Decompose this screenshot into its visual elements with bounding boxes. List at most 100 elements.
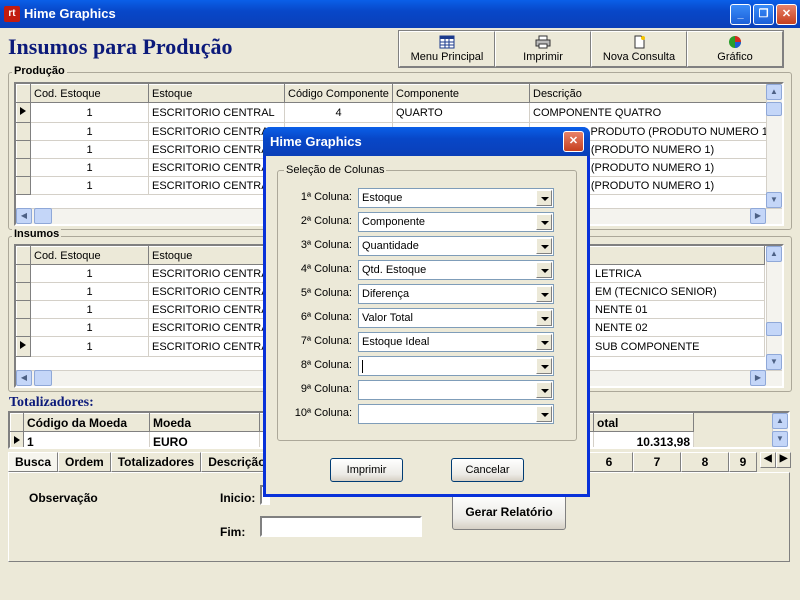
column-header[interactable]: otal [593,413,694,432]
column-select[interactable]: Valor Total [358,308,554,328]
column-select[interactable]: Diferença [358,284,554,304]
table-cell[interactable]: 1 [30,300,149,319]
scroll-down-icon[interactable]: ▼ [766,354,782,370]
column-header[interactable]: Código Componente [284,84,393,103]
column-select[interactable]: Estoque [358,188,554,208]
scroll-right-icon[interactable]: ▶ [750,208,766,224]
column-select[interactable]: Componente [358,212,554,232]
table-cell[interactable]: 4 [284,102,393,123]
totalizadores-vertical-scrollbar[interactable]: ▲ ▼ [772,413,788,447]
chevron-down-icon[interactable] [536,238,552,254]
table-cell[interactable]: 1 [30,102,149,123]
chevron-down-icon[interactable] [536,406,552,422]
row-indicator[interactable] [16,122,31,141]
maximize-button[interactable]: ❐ [753,4,774,25]
table-cell[interactable]: COMPONENTE QUATRO [529,102,776,123]
tab-page-6[interactable]: 6 [585,452,633,472]
totalizadores-title: Totalizadores: [9,395,94,410]
chevron-down-icon[interactable] [536,310,552,326]
row-indicator[interactable] [16,336,31,357]
tab-page-8[interactable]: 8 [681,452,729,472]
menu-principal-button[interactable]: Menu Principal [399,31,495,67]
row-indicator[interactable] [16,264,31,283]
chevron-down-icon[interactable] [536,214,552,230]
scroll-right-icon[interactable]: ▶ [750,370,766,386]
row-indicator[interactable] [16,158,31,177]
column-header[interactable]: Estoque [148,84,285,103]
new-query-button[interactable]: Nova Consulta [591,31,687,67]
column-header[interactable]: Componente [392,84,530,103]
scroll-thumb[interactable] [34,208,52,224]
tab-totalizadores[interactable]: Totalizadores [110,452,202,472]
column-select[interactable] [358,380,554,400]
insumos-vertical-scrollbar[interactable]: ▲ ▼ [766,246,782,370]
table-cell[interactable]: 1 [30,318,149,337]
scroll-left-icon[interactable]: ◀ [16,208,32,224]
column-select[interactable] [358,356,554,376]
close-button[interactable]: ✕ [776,4,797,25]
chevron-down-icon[interactable] [536,262,552,278]
dialog-cancel-button[interactable]: Cancelar [451,458,524,482]
column-header[interactable]: Cod. Estoque [30,84,149,103]
row-indicator[interactable] [16,102,31,123]
row-indicator[interactable] [10,431,24,447]
producao-vertical-scrollbar[interactable]: ▲ ▼ [766,84,782,208]
scroll-up-icon[interactable]: ▲ [766,84,782,100]
row-indicator[interactable] [16,300,31,319]
table-cell[interactable]: QUARTO [392,102,530,123]
table-cell[interactable]: 1 [30,158,149,177]
print-button[interactable]: Imprimir [495,31,591,67]
tab-page-9[interactable]: 9 [729,452,757,472]
minimize-button[interactable]: _ [730,4,751,25]
column-select[interactable]: Estoque Ideal [358,332,554,352]
chevron-down-icon[interactable] [536,190,552,206]
table-cell[interactable]: 1 [30,176,149,195]
table-cell[interactable]: 1 [30,140,149,159]
tab-scroll-right-icon[interactable]: ▶ [775,452,792,468]
chevron-down-icon[interactable] [536,358,552,374]
row-indicator[interactable] [16,140,31,159]
scroll-left-icon[interactable]: ◀ [16,370,32,386]
row-indicator[interactable] [16,282,31,301]
row-indicator[interactable] [16,318,31,337]
column-header[interactable]: Cod. Estoque [30,246,149,265]
tab-ordem[interactable]: Ordem [58,452,111,472]
table-cell[interactable]: EURO [149,431,260,447]
table-cell[interactable]: 1 [30,336,149,357]
scroll-up-icon[interactable]: ▲ [772,413,788,429]
table-cell[interactable]: 1 [30,282,149,301]
tab-descricao[interactable]: Descrição [201,452,273,472]
column-select[interactable]: Qtd. Estoque [358,260,554,280]
column-header[interactable]: Código da Moeda [23,413,150,432]
tab-busca[interactable]: Busca [8,452,59,472]
gerar-relatorio-button[interactable]: Gerar Relatório [452,493,566,530]
scroll-down-icon[interactable]: ▼ [766,192,782,208]
table-cell[interactable]: 1 [23,431,150,447]
row-indicator[interactable] [16,176,31,195]
pie-chart-icon [727,35,743,49]
column-select[interactable]: Quantidade [358,236,554,256]
scroll-down-icon[interactable]: ▼ [772,431,788,447]
chart-button[interactable]: Gráfico [687,31,783,67]
tab-page-7[interactable]: 7 [633,452,681,472]
column-row: 5ª Coluna: Diferença [278,284,568,304]
table-row[interactable]: 1 ESCRITORIO CENTRAL 4 QUARTO COMPONENTE… [16,102,776,123]
column-header[interactable]: Descrição [529,84,776,103]
scroll-thumb[interactable] [34,370,52,386]
column-select[interactable] [358,404,554,424]
tab-scroll-left-icon[interactable]: ◀ [760,452,776,468]
table-cell[interactable]: ESCRITORIO CENTRAL [148,102,285,123]
scroll-up-icon[interactable]: ▲ [766,246,782,262]
chevron-down-icon[interactable] [536,334,552,350]
dialog-print-button[interactable]: Imprimir [330,458,403,482]
table-cell[interactable]: 1 [30,122,149,141]
chevron-down-icon[interactable] [536,382,552,398]
fim-field[interactable] [260,516,422,537]
chevron-down-icon[interactable] [536,286,552,302]
dialog-close-button[interactable]: ✕ [563,131,584,152]
column-header[interactable]: Moeda [149,413,260,432]
table-cell[interactable]: 10.313,98 [593,431,694,447]
scroll-thumb[interactable] [766,322,782,336]
scroll-thumb[interactable] [766,102,782,116]
table-cell[interactable]: 1 [30,264,149,283]
